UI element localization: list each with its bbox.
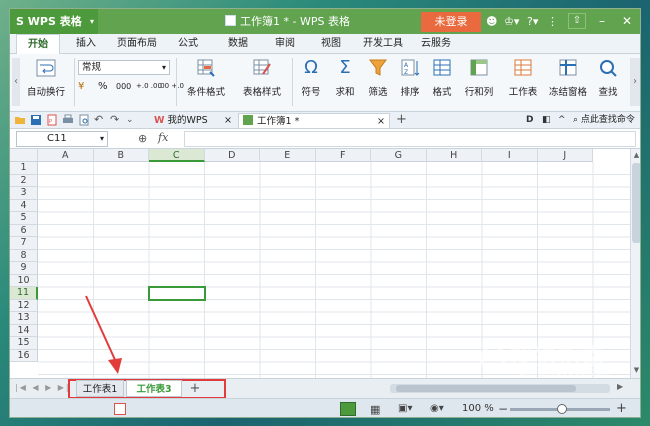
annotation-arrow — [85, 295, 122, 374]
